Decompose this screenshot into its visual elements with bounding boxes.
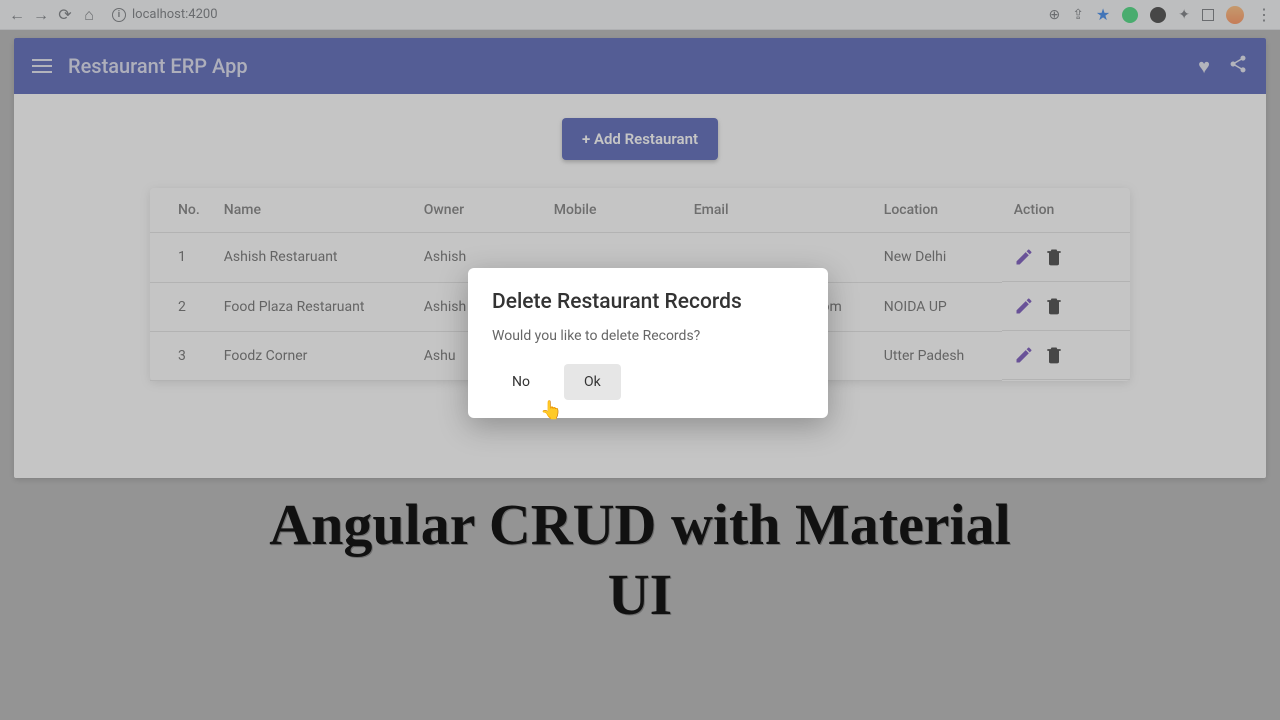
favorite-icon[interactable]: ♥ (1198, 54, 1210, 79)
panel-icon[interactable] (1202, 9, 1214, 21)
reload-button[interactable]: ⟳ (56, 6, 74, 24)
col-owner: Owner (412, 188, 542, 233)
address-bar[interactable]: i localhost:4200 (112, 7, 218, 22)
cell-name: Ashish Restaruant (212, 233, 412, 283)
col-location: Location (872, 188, 1002, 233)
profile-avatar[interactable] (1226, 6, 1244, 24)
caption-line1: Angular CRUD with Material (0, 490, 1280, 560)
menu-icon[interactable] (32, 59, 52, 73)
delete-dialog: Delete Restaurant Records Would you like… (468, 268, 828, 418)
edit-icon[interactable] (1014, 345, 1034, 365)
col-action: Action (1002, 188, 1130, 233)
cell-no: 3 (150, 331, 212, 380)
back-button[interactable]: ← (8, 6, 26, 24)
cell-actions (1002, 233, 1130, 282)
cell-name: Food Plaza Restaruant (212, 282, 412, 331)
cell-actions (1002, 282, 1130, 331)
dialog-no-button[interactable]: No (492, 364, 550, 400)
zoom-icon[interactable]: ⊕ (1048, 7, 1060, 23)
thumbnail-caption: Angular CRUD with Material UI (0, 490, 1280, 629)
cell-actions (1002, 331, 1130, 380)
url-text: localhost:4200 (132, 7, 218, 22)
col-no: No. (150, 188, 212, 233)
extension-whatsapp-icon[interactable] (1122, 7, 1138, 23)
col-mobile: Mobile (542, 188, 682, 233)
delete-icon[interactable] (1044, 296, 1064, 316)
cell-name: Foodz Corner (212, 331, 412, 380)
col-name: Name (212, 188, 412, 233)
col-email: Email (682, 188, 872, 233)
add-restaurant-button[interactable]: + Add Restaurant (562, 118, 718, 160)
info-icon: i (112, 8, 126, 22)
cell-location: Utter Padesh (872, 331, 1002, 380)
dialog-ok-button[interactable]: Ok (564, 364, 621, 400)
forward-button[interactable]: → (32, 6, 50, 24)
edit-icon[interactable] (1014, 247, 1034, 267)
dialog-message: Would you like to delete Records? (492, 328, 804, 344)
dialog-title: Delete Restaurant Records (492, 290, 804, 314)
app-title: Restaurant ERP App (68, 54, 248, 78)
cell-location: New Delhi (872, 233, 1002, 283)
delete-icon[interactable] (1044, 247, 1064, 267)
extension-dark-icon[interactable] (1150, 7, 1166, 23)
home-button[interactable]: ⌂ (80, 6, 98, 24)
kebab-menu-icon[interactable]: ⋮ (1256, 5, 1272, 24)
table-header-row: No. Name Owner Mobile Email Location Act… (150, 188, 1130, 233)
app-toolbar: Restaurant ERP App ♥ (14, 38, 1266, 94)
bookmark-star-icon[interactable]: ★ (1096, 5, 1110, 24)
caption-line2: UI (0, 560, 1280, 630)
cell-location: NOIDA UP (872, 282, 1002, 331)
share-icon[interactable] (1228, 54, 1248, 79)
delete-icon[interactable] (1044, 345, 1064, 365)
edit-icon[interactable] (1014, 296, 1034, 316)
share-browser-icon[interactable]: ⇪ (1072, 7, 1084, 23)
extensions-puzzle-icon[interactable]: ✦ (1178, 7, 1190, 23)
cell-no: 2 (150, 282, 212, 331)
browser-toolbar: ← → ⟳ ⌂ i localhost:4200 ⊕ ⇪ ★ ✦ ⋮ (0, 0, 1280, 30)
cell-no: 1 (150, 233, 212, 283)
browser-actions: ⊕ ⇪ ★ ✦ ⋮ (1048, 5, 1272, 24)
